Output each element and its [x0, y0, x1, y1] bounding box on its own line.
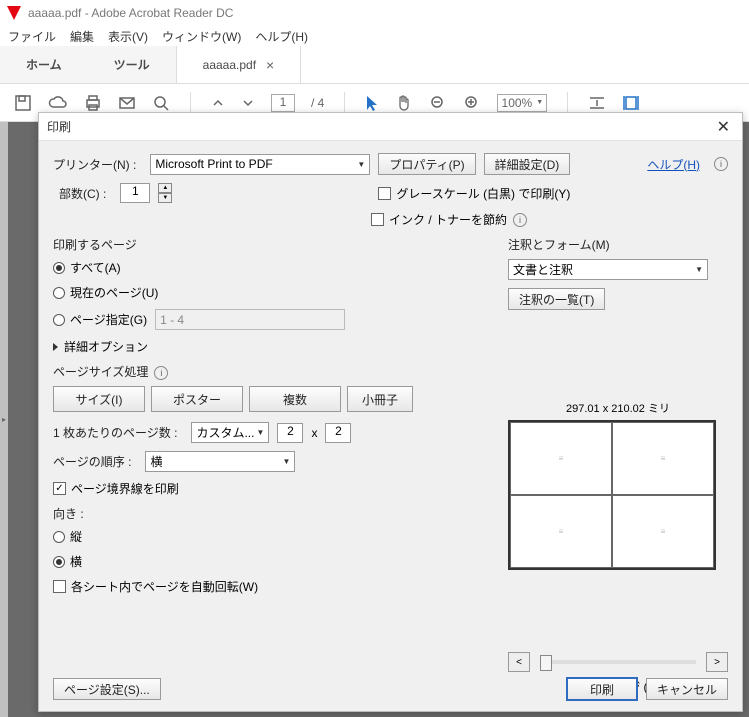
auto-rotate-checkbox[interactable]: 各シート内でページを自動回転(W)	[53, 578, 258, 595]
zoom-out-icon[interactable]	[429, 94, 447, 112]
fit-width-icon[interactable]	[588, 94, 606, 112]
cursor-icon[interactable]	[365, 94, 379, 112]
dialog-title: 印刷	[47, 118, 71, 135]
preview-next-button[interactable]: >	[706, 652, 728, 672]
comments-summary-button[interactable]: 注釈の一覧(T)	[508, 288, 605, 310]
advanced-settings-button[interactable]: 詳細設定(D)	[484, 153, 571, 175]
menubar: ファイル 編集 表示(V) ウィンドウ(W) ヘルプ(H)	[0, 26, 749, 46]
search-icon[interactable]	[152, 94, 170, 112]
page-order-select[interactable]: 横▼	[145, 451, 295, 472]
print-button[interactable]: 印刷	[566, 677, 638, 701]
cloud-icon[interactable]	[48, 94, 68, 112]
pages-per-sheet-cols[interactable]: 2	[277, 423, 303, 443]
close-icon[interactable]: ×	[266, 57, 274, 73]
copies-input[interactable]: 1	[120, 183, 150, 203]
menu-file[interactable]: ファイル	[8, 28, 56, 45]
page-order-label: ページの順序 :	[53, 453, 131, 470]
help-link[interactable]: ヘルプ(H)	[647, 156, 700, 173]
size-button[interactable]: サイズ(I)	[53, 386, 145, 412]
preview-prev-button[interactable]: <	[508, 652, 530, 672]
copies-spinner[interactable]: ▲▼	[158, 183, 172, 203]
save-icon[interactable]	[14, 94, 32, 112]
menu-window[interactable]: ウィンドウ(W)	[162, 28, 241, 45]
menu-help[interactable]: ヘルプ(H)	[255, 28, 308, 45]
menu-edit[interactable]: 編集	[70, 28, 94, 45]
page-up-icon[interactable]	[211, 96, 225, 110]
pages-per-sheet-rows[interactable]: 2	[325, 423, 351, 443]
info-icon[interactable]: i	[714, 157, 728, 171]
pages-all-radio[interactable]: すべて(A)	[53, 259, 121, 276]
properties-button[interactable]: プロパティ(P)	[378, 153, 475, 175]
copies-label: 部数(C) :	[59, 185, 106, 202]
print-preview: ≡ ≡ ≡ ≡	[508, 420, 716, 570]
sidebar-splitter[interactable]	[0, 122, 8, 717]
preview-cell: ≡	[510, 495, 612, 568]
app-title: aaaaa.pdf - Adobe Acrobat Reader DC	[28, 6, 233, 20]
pages-group-label: 印刷するページ	[53, 236, 501, 253]
page-number-input[interactable]: 1	[271, 94, 295, 112]
preview-cell: ≡	[612, 422, 714, 495]
acrobat-icon	[6, 5, 22, 21]
fit-page-icon[interactable]	[622, 94, 640, 112]
printer-label: プリンター(N) :	[53, 156, 136, 173]
pages-per-sheet-label: 1 枚あたりのページ数 :	[53, 424, 177, 441]
close-button[interactable]: ✕	[713, 117, 734, 137]
print-icon[interactable]	[84, 94, 102, 112]
comments-group-label: 注釈とフォーム(M)	[508, 236, 728, 253]
page-count: / 4	[311, 96, 324, 110]
zoom-in-icon[interactable]	[463, 94, 481, 112]
poster-button[interactable]: ポスター	[151, 386, 243, 412]
preview-dimensions: 297.01 x 210.02 ミリ	[508, 400, 728, 416]
preview-slider[interactable]	[540, 660, 696, 664]
tab-document[interactable]: aaaaa.pdf ×	[176, 46, 302, 83]
orientation-label: 向き :	[53, 505, 501, 522]
print-dialog: 印刷 ✕ プリンター(N) : Microsoft Print to PDF▼ …	[38, 112, 743, 712]
menu-view[interactable]: 表示(V)	[108, 28, 148, 45]
mail-icon[interactable]	[118, 94, 136, 112]
titlebar: aaaaa.pdf - Adobe Acrobat Reader DC	[0, 0, 749, 26]
page-down-icon[interactable]	[241, 96, 255, 110]
tab-home[interactable]: ホーム	[0, 46, 88, 83]
zoom-select[interactable]: 100%▼	[497, 94, 547, 112]
page-setup-button[interactable]: ページ設定(S)...	[53, 678, 161, 700]
print-border-checkbox[interactable]: ページ境界線を印刷	[53, 480, 179, 497]
preview-cell: ≡	[510, 422, 612, 495]
x-label: x	[311, 426, 317, 440]
booklet-button[interactable]: 小冊子	[347, 386, 413, 412]
grayscale-checkbox[interactable]: グレースケール (白黒) で印刷(Y)	[378, 185, 570, 202]
preview-cell: ≡	[612, 495, 714, 568]
dialog-titlebar: 印刷 ✕	[39, 113, 742, 141]
pages-range-input[interactable]: 1 - 4	[155, 309, 345, 330]
pages-current-radio[interactable]: 現在のページ(U)	[53, 284, 158, 301]
cancel-button[interactable]: キャンセル	[646, 678, 728, 700]
multiple-button[interactable]: 複数	[249, 386, 341, 412]
pages-range-radio[interactable]: ページ指定(G)	[53, 311, 147, 328]
expand-icon	[53, 343, 58, 351]
save-toner-checkbox[interactable]: インク / トナーを節約	[371, 211, 507, 228]
info-icon[interactable]: i	[513, 213, 527, 227]
pages-per-sheet-select[interactable]: カスタム...▼	[191, 422, 269, 443]
portrait-radio[interactable]: 縦	[53, 528, 82, 545]
comments-select[interactable]: 文書と注釈▼	[508, 259, 708, 280]
tab-bar: ホーム ツール aaaaa.pdf ×	[0, 46, 749, 84]
printer-select[interactable]: Microsoft Print to PDF▼	[150, 154, 370, 175]
hand-icon[interactable]	[395, 94, 413, 112]
landscape-radio[interactable]: 横	[53, 553, 82, 570]
tab-tools[interactable]: ツール	[88, 46, 176, 83]
info-icon[interactable]: i	[154, 366, 168, 380]
more-options-toggle[interactable]: 詳細オプション	[53, 338, 501, 355]
size-group-label: ページサイズ処理	[53, 365, 148, 379]
